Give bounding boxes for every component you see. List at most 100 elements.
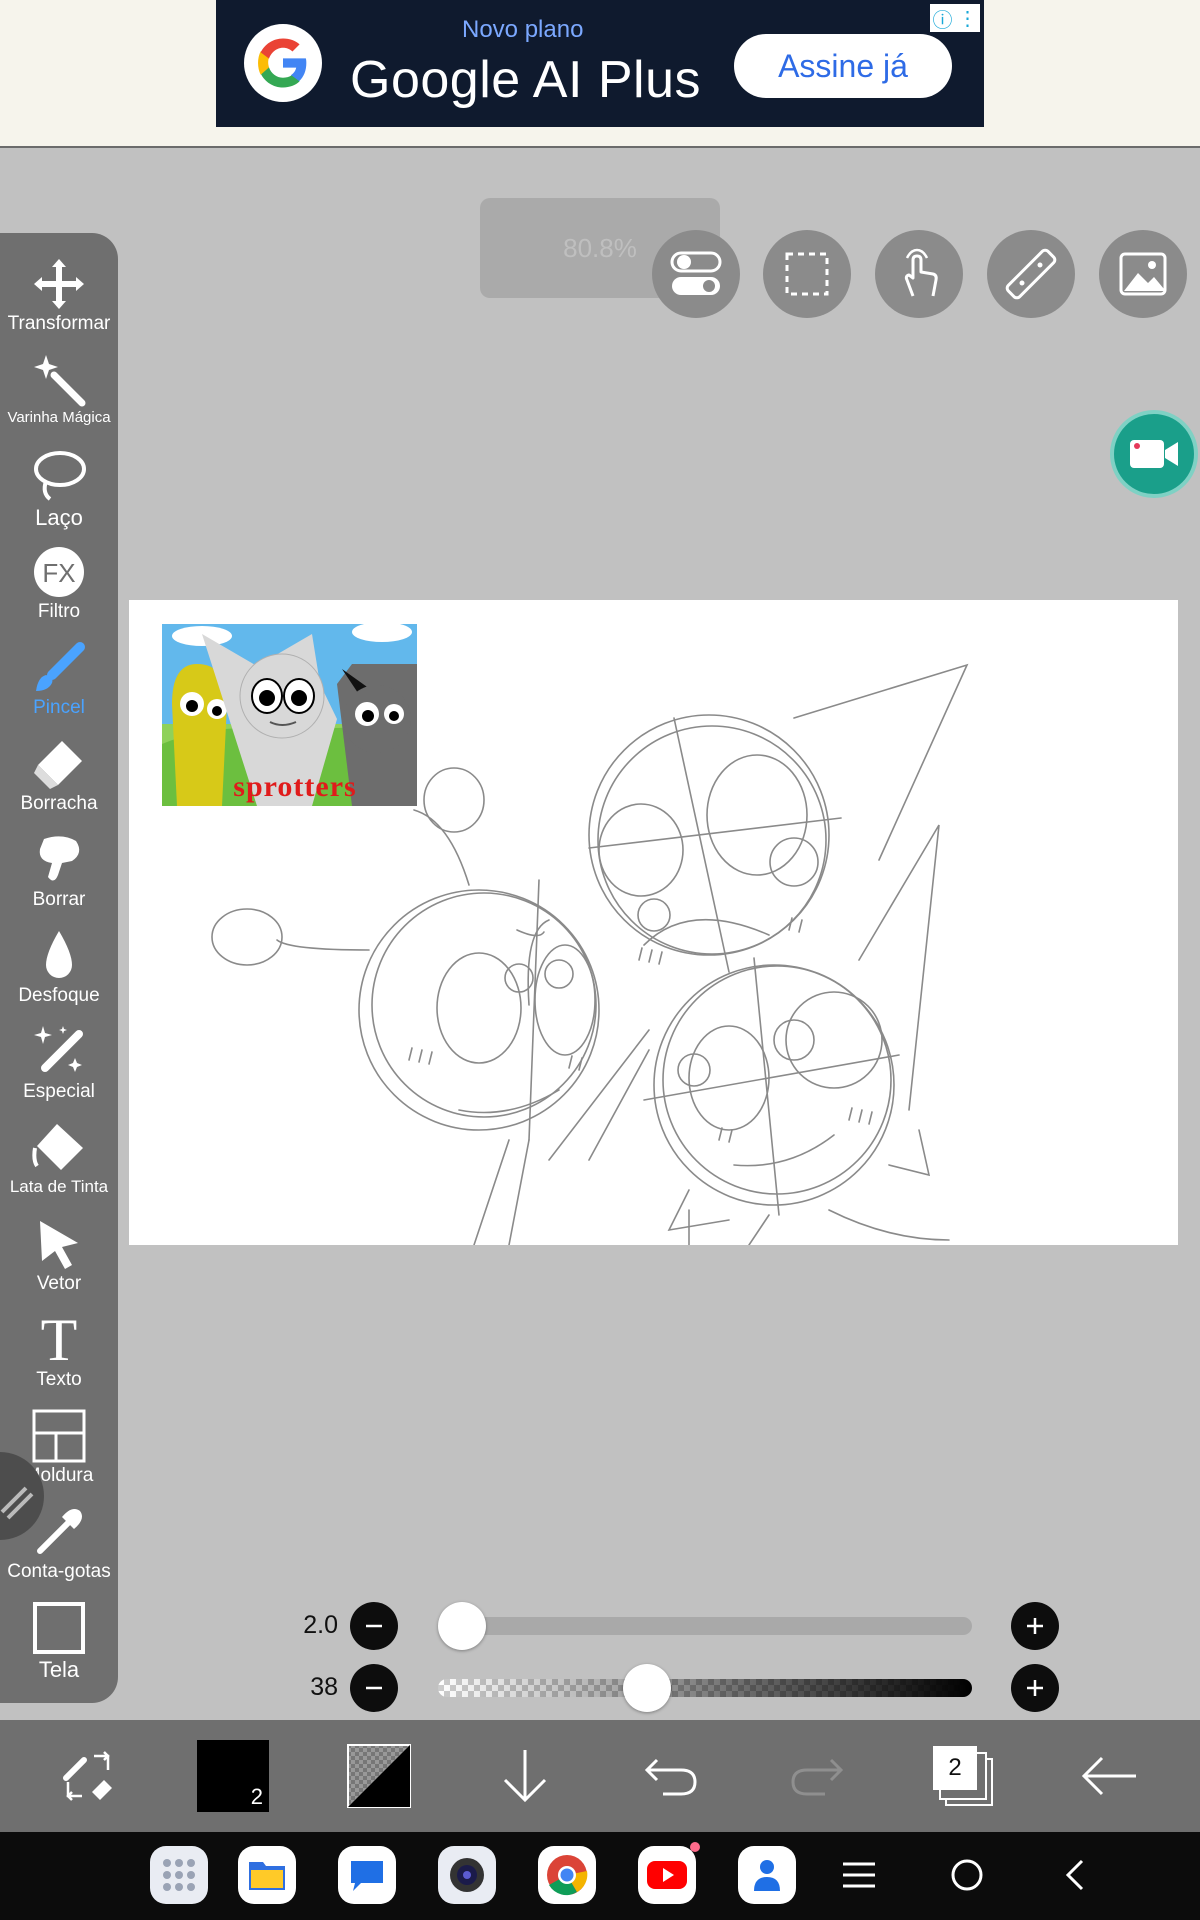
arrow-left-icon (1081, 1756, 1136, 1796)
opacity-thumb[interactable] (622, 1664, 671, 1712)
tool-especial[interactable]: Especial (0, 1023, 118, 1119)
tool-transformar[interactable]: Transformar (0, 255, 118, 351)
messages-app-icon[interactable] (338, 1846, 396, 1904)
contacts-app-icon[interactable] (738, 1846, 796, 1904)
tool-label: Pincel (33, 697, 85, 718)
ad-banner[interactable]: Novo plano Google AI Plus Assine já ⓘ ⋮ (216, 0, 984, 127)
tool-vetor[interactable]: Vetor (0, 1215, 118, 1311)
recents-nav-button[interactable] (830, 1846, 888, 1904)
transparent-color-icon (347, 1744, 411, 1808)
color-swatch-button[interactable]: 2 (173, 1720, 293, 1832)
vector-icon (29, 1215, 89, 1273)
brush-size-thumb[interactable] (438, 1602, 486, 1650)
layers-count: 2 (933, 1746, 977, 1790)
smudge-icon (29, 831, 89, 889)
brush-size-slider[interactable] (438, 1617, 972, 1635)
tool-label: Especial (23, 1081, 95, 1102)
tool-label: Filtro (37, 601, 81, 622)
tool-borrar[interactable]: Borrar (0, 831, 118, 927)
system-nav-bar (0, 1832, 1200, 1920)
tool-label: Tela (38, 1657, 80, 1682)
brush-icon (29, 639, 89, 697)
fx-icon: FX (29, 543, 89, 601)
ad-subtitle: Novo plano (462, 16, 584, 43)
toggle-icon (670, 251, 722, 295)
brush-size-decrease-button[interactable] (350, 1602, 398, 1650)
pen-handle-icon (0, 1486, 34, 1520)
back-nav-button[interactable] (1046, 1846, 1104, 1904)
minus-icon (366, 1686, 382, 1690)
tool-desfoque[interactable]: Desfoque (0, 927, 118, 1023)
bucket-icon (29, 1119, 89, 1177)
plus-icon (1027, 1618, 1043, 1634)
brush-size-increase-button[interactable] (1011, 1602, 1059, 1650)
tool-label: Transformar (7, 313, 111, 334)
redo-button[interactable] (757, 1720, 877, 1832)
side-pen-handle[interactable] (0, 1452, 44, 1540)
back-arrow-button[interactable] (1049, 1720, 1169, 1832)
reference-image[interactable]: sprotters (162, 624, 417, 806)
tool-label: Borrar (32, 889, 86, 910)
ad-title: Google AI Plus (350, 51, 701, 109)
more-vert-icon[interactable]: ⋮ (958, 6, 978, 31)
zoom-label: 80.8% (563, 232, 637, 263)
record-video-button[interactable] (1110, 410, 1198, 498)
eraser-icon (29, 735, 89, 793)
magic-wand-icon (29, 351, 89, 409)
text-icon-glyph: T (40, 1307, 78, 1373)
tool-lata-de-tinta[interactable]: Lata de Tinta (0, 1119, 118, 1215)
tool-tela[interactable]: Tela (0, 1599, 118, 1695)
home-nav-button[interactable] (938, 1846, 996, 1904)
fx-icon-text: FX (42, 558, 75, 588)
brush-size-value: 2.0 (303, 1611, 338, 1639)
image-button[interactable] (1099, 230, 1187, 318)
tool-filtro[interactable]: FX Filtro (0, 543, 118, 639)
download-button[interactable] (465, 1720, 585, 1832)
tool-label: Varinha Mágica (7, 409, 111, 426)
opacity-increase-button[interactable] (1011, 1664, 1059, 1712)
chrome-app-icon[interactable] (538, 1846, 596, 1904)
ruler-button[interactable] (987, 230, 1075, 318)
undo-button[interactable] (611, 1720, 731, 1832)
tool-pincel[interactable]: Pincel (0, 639, 118, 735)
bottom-toolbar: 2 2 (0, 1720, 1200, 1832)
swap-tools-icon (63, 1751, 112, 1801)
ad-info-badge[interactable]: ⓘ ⋮ (930, 4, 980, 32)
tool-borracha[interactable]: Borracha (0, 735, 118, 831)
opacity-decrease-button[interactable] (350, 1664, 398, 1712)
toggle-button[interactable] (652, 230, 740, 318)
tool-label: Texto (36, 1369, 82, 1390)
image-icon (1119, 252, 1167, 296)
blur-icon (29, 927, 89, 985)
selection-icon (785, 252, 829, 296)
files-app-icon[interactable] (238, 1846, 296, 1904)
layers-button[interactable]: 2 (903, 1720, 1023, 1832)
ruler-icon (1005, 248, 1057, 300)
selection-button[interactable] (763, 230, 851, 318)
plus-icon (1027, 1680, 1043, 1696)
opacity-slider[interactable] (438, 1679, 972, 1697)
sprotters-thumbnail: sprotters (162, 624, 417, 806)
redo-icon (791, 1758, 844, 1796)
google-logo-icon (244, 24, 322, 102)
ad-cta-button[interactable]: Assine já (734, 34, 952, 98)
tool-varinha-magica[interactable]: Varinha Mágica (0, 351, 118, 447)
sprotters-caption: sprotters (233, 770, 356, 803)
lasso-icon (29, 447, 89, 505)
undo-icon (644, 1758, 697, 1796)
arrow-down-icon (503, 1750, 547, 1803)
secondary-color-button[interactable] (319, 1720, 439, 1832)
app-drawer-icon[interactable] (150, 1846, 208, 1904)
tool-laco[interactable]: Laço (0, 447, 118, 543)
tool-label: Borracha (20, 793, 98, 814)
youtube-app-icon[interactable] (638, 1842, 700, 1904)
camera-app-icon[interactable] (438, 1846, 496, 1904)
info-icon[interactable]: ⓘ (933, 4, 953, 33)
brush-layer-badge: 2 (250, 1784, 263, 1809)
brush-eraser-swap-button[interactable] (28, 1720, 148, 1832)
touch-button[interactable] (875, 230, 963, 318)
touch-icon (904, 248, 938, 297)
special-brush-icon (29, 1023, 89, 1081)
layers-icon: 2 (933, 1746, 993, 1806)
tool-texto[interactable]: T Texto (0, 1307, 118, 1407)
